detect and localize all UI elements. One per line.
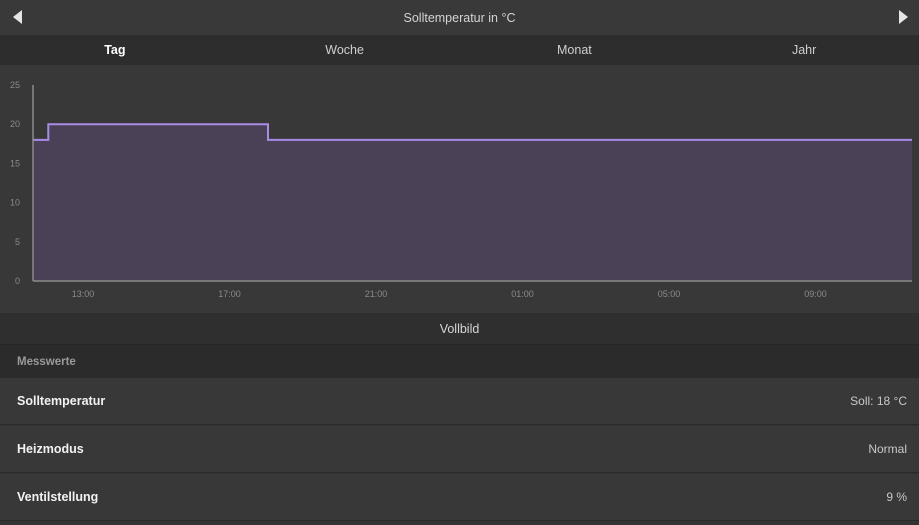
tab-year[interactable]: Jahr (689, 35, 919, 65)
measurement-value: Soll: 18 °C (850, 394, 907, 408)
next-arrow-icon[interactable] (899, 10, 908, 24)
measurement-row-setpoint[interactable]: Solltemperatur Soll: 18 °C (0, 378, 919, 425)
x-tick-label: 01:00 (511, 289, 534, 299)
temperature-chart: 0 5 10 15 20 25 13:00 17:00 21:00 01:00 05:00 09:00 (10, 80, 912, 299)
period-tabs: Tag Woche Monat Jahr (0, 35, 919, 65)
x-tick-label: 17:00 (218, 289, 241, 299)
y-tick-label: 5 (15, 237, 20, 247)
measurement-label: Heizmodus (17, 442, 84, 456)
measurements-header: Messwerte (0, 345, 919, 378)
chart-header: Solltemperatur in °C (0, 0, 919, 36)
chart-title: Solltemperatur in °C (403, 10, 516, 25)
y-tick-label: 15 (10, 158, 20, 168)
previous-arrow-icon[interactable] (13, 10, 22, 24)
y-tick-label: 20 (10, 119, 20, 129)
y-tick-label: 25 (10, 80, 20, 90)
y-tick-label: 0 (15, 276, 20, 286)
measurement-value: 9 % (886, 490, 907, 504)
measurement-row-valve-position[interactable]: Ventilstellung 9 % (0, 474, 919, 521)
tab-day[interactable]: Tag (0, 35, 230, 65)
measurement-label: Ventilstellung (17, 490, 99, 504)
chart-area: 0 5 10 15 20 25 13:00 17:00 21:00 01:00 05:00 09:00 (0, 65, 919, 313)
measurement-value: Normal (868, 442, 907, 456)
measurement-row-heating-mode[interactable]: Heizmodus Normal (0, 426, 919, 473)
tab-month[interactable]: Monat (460, 35, 690, 65)
fullscreen-button[interactable]: Vollbild (0, 313, 919, 345)
measurement-label: Solltemperatur (17, 394, 106, 408)
tab-week[interactable]: Woche (230, 35, 460, 65)
x-tick-label: 13:00 (72, 289, 95, 299)
series-area (33, 124, 912, 281)
x-tick-label: 09:00 (804, 289, 827, 299)
x-tick-label: 21:00 (365, 289, 388, 299)
x-tick-label: 05:00 (658, 289, 681, 299)
y-tick-label: 10 (10, 198, 20, 208)
